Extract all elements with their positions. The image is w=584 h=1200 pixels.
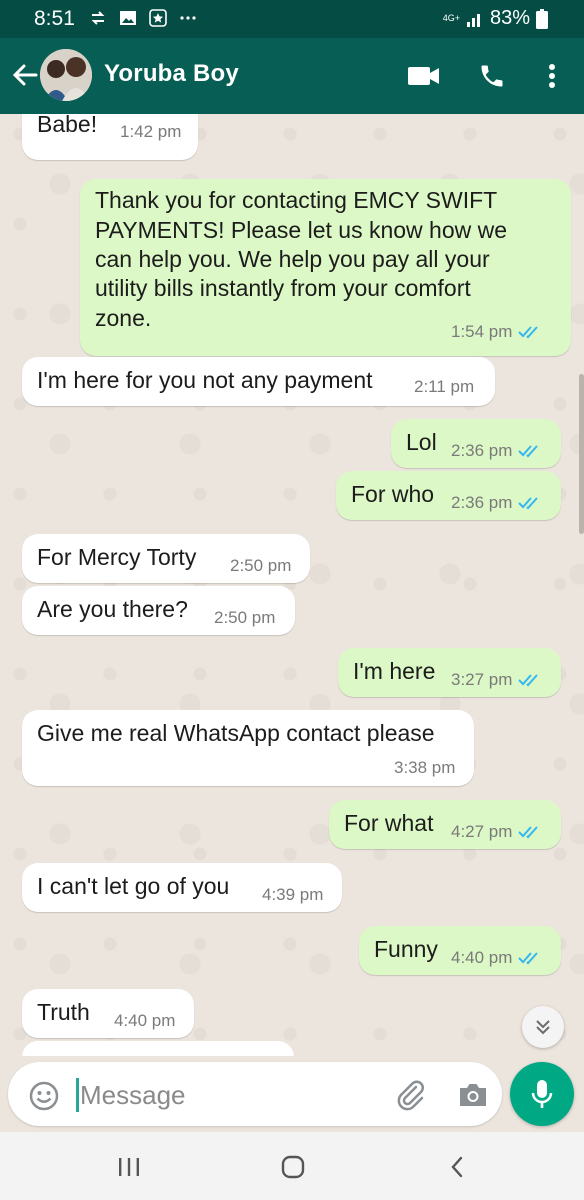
microphone-icon: [531, 1080, 553, 1108]
back-nav-button[interactable]: [440, 1150, 474, 1184]
message-bubble-incoming-partial[interactable]: [22, 1041, 294, 1056]
message-time: 2:36 pm: [451, 493, 513, 512]
scroll-to-bottom-button[interactable]: [522, 1006, 564, 1048]
read-ticks-icon: [518, 497, 539, 510]
message-time: 2:50 pm: [230, 556, 292, 575]
read-ticks-icon: [518, 674, 539, 687]
message-input-container[interactable]: [8, 1062, 502, 1126]
message-list[interactable]: Babe! 1:42 pm Thank you for contacting E…: [0, 114, 584, 1056]
message-meta: 2:36 pm: [451, 441, 542, 461]
message-meta: 4:27 pm: [451, 822, 542, 842]
message-time: 4:27 pm: [451, 822, 513, 841]
message-bubble-outgoing[interactable]: Funny 4:40 pm: [359, 926, 561, 975]
system-nav-bar: [0, 1132, 584, 1200]
message-time: 1:54 pm: [451, 322, 513, 341]
scrollbar[interactable]: [579, 374, 584, 534]
phone-icon: [481, 65, 503, 87]
voice-record-button[interactable]: [510, 1062, 574, 1126]
message-time: 2:50 pm: [214, 608, 276, 627]
message-meta: 2:36 pm: [451, 493, 542, 513]
message-text-line: zone.: [95, 305, 152, 331]
message-text: Lol: [406, 429, 437, 455]
status-right: 4G+ 83%: [443, 7, 548, 30]
back-nav-icon: [451, 1156, 463, 1178]
message-bubble-incoming[interactable]: For Mercy Torty 2:50 pm: [22, 534, 310, 583]
message-meta: 4:40 pm: [451, 948, 542, 968]
contact-name[interactable]: Yoruba Boy: [104, 60, 239, 88]
avatar[interactable]: [40, 49, 92, 101]
message-bubble-incoming[interactable]: I can't let go of you 4:39 pm: [22, 863, 342, 912]
status-bar: 8:51 4G+ 83%: [0, 0, 584, 38]
signal-icon: [466, 13, 480, 27]
message-input[interactable]: [80, 1076, 380, 1114]
message-time: 4:40 pm: [114, 1011, 176, 1030]
sync-icon: [91, 11, 105, 25]
more-options-button[interactable]: [534, 58, 570, 94]
message-bubble-incoming[interactable]: Truth 4:40 pm: [22, 989, 194, 1038]
read-ticks-icon: [518, 952, 539, 965]
emoji-icon[interactable]: [28, 1080, 60, 1112]
message-text: Truth: [37, 999, 90, 1025]
phone-call-button[interactable]: [474, 58, 510, 94]
message-meta: 1:54 pm: [451, 322, 542, 342]
read-ticks-icon: [518, 826, 539, 839]
notification-icons: [88, 8, 198, 28]
more-notifications-icon: [180, 16, 196, 20]
message-bubble-outgoing[interactable]: Thank you for contacting EMCY SWIFT PAYM…: [80, 179, 571, 356]
message-time: 2:36 pm: [451, 441, 513, 460]
star-app-icon: [149, 9, 167, 27]
message-text: I can't let go of you: [37, 873, 230, 899]
message-bubble-outgoing[interactable]: I'm here 3:27 pm: [338, 648, 561, 697]
video-call-button[interactable]: [406, 58, 442, 94]
chat-header: Yoruba Boy: [0, 38, 584, 114]
network-type: 4G+: [442, 13, 460, 23]
avatar-photo: [40, 49, 92, 101]
message-time: 1:42 pm: [120, 122, 182, 141]
more-vert-icon: [549, 64, 555, 88]
read-ticks-icon: [518, 326, 539, 339]
message-text: I'm here for you not any payment: [37, 367, 373, 393]
message-text: For who: [351, 481, 435, 507]
message-text-line: PAYMENTS! Please let us know how we: [95, 217, 508, 243]
battery-percent: 83%: [489, 7, 530, 29]
attach-icon[interactable]: [394, 1078, 428, 1112]
recent-apps-button[interactable]: [112, 1150, 146, 1184]
message-time: 4:39 pm: [262, 885, 324, 904]
message-text: For what: [344, 810, 434, 836]
message-text: Funny: [374, 936, 438, 962]
compose-bar: [0, 1056, 584, 1132]
message-time: 2:11 pm: [414, 377, 475, 396]
message-bubble-incoming[interactable]: I'm here for you not any payment 2:11 pm: [22, 357, 495, 406]
message-time: 3:38 pm: [394, 758, 456, 777]
message-bubble-outgoing[interactable]: For what 4:27 pm: [329, 800, 561, 849]
text-cursor: [76, 1078, 79, 1112]
message-text: For Mercy Torty: [37, 544, 197, 570]
message-text: Babe!: [37, 114, 98, 137]
status-time: 8:51: [34, 7, 75, 30]
video-call-icon: [408, 67, 439, 85]
camera-icon[interactable]: [456, 1078, 490, 1112]
double-chevron-down-icon: [536, 1020, 550, 1035]
recent-apps-icon: [119, 1158, 139, 1176]
message-meta: 3:27 pm: [451, 670, 542, 690]
message-text-line: can help you. We help you pay all your: [95, 246, 490, 272]
message-bubble-outgoing[interactable]: Lol 2:36 pm: [391, 419, 561, 468]
message-text-line: utility bills instantly from your comfor…: [95, 275, 471, 301]
message-bubble-incoming[interactable]: Give me real WhatsApp contact please 3:3…: [22, 710, 474, 786]
home-icon: [281, 1155, 305, 1179]
battery-icon: [536, 8, 548, 29]
message-time: 3:27 pm: [451, 670, 513, 689]
home-button[interactable]: [276, 1150, 310, 1184]
gallery-icon: [120, 11, 136, 25]
message-text-line: Thank you for contacting EMCY SWIFT: [95, 187, 498, 213]
message-bubble-incoming[interactable]: Babe! 1:42 pm: [22, 114, 198, 160]
message-text: Give me real WhatsApp contact please: [37, 720, 435, 746]
message-bubble-outgoing[interactable]: For who 2:36 pm: [336, 471, 561, 520]
back-arrow-icon[interactable]: [8, 58, 42, 92]
message-text: I'm here: [353, 658, 436, 684]
read-ticks-icon: [518, 445, 539, 458]
message-time: 4:40 pm: [451, 948, 513, 967]
message-text: Are you there?: [37, 596, 188, 622]
message-bubble-incoming[interactable]: Are you there? 2:50 pm: [22, 586, 295, 635]
